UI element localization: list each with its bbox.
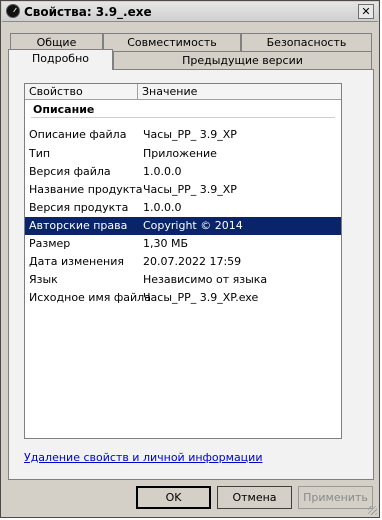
list-item[interactable]: Версия файла 1.0.0.0	[25, 163, 341, 181]
tab-compatibility[interactable]: Совместимость	[103, 33, 241, 51]
cancel-button[interactable]: Отмена	[217, 486, 292, 509]
list-item-selected[interactable]: Авторские права Copyright © 2014	[25, 217, 341, 235]
list-item[interactable]: Дата изменения 20.07.2022 17:59	[25, 253, 341, 271]
list-item[interactable]: Описание файла Часы_PP_ 3.9_XP	[25, 126, 341, 144]
property-name: Дата изменения	[29, 255, 124, 268]
column-value[interactable]: Значение	[138, 84, 341, 99]
apply-button[interactable]: Применить	[298, 486, 373, 509]
title-bar[interactable]: Свойства: 3.9_.exe ✕	[2, 2, 378, 22]
property-value: Часы_PP_ 3.9_XP	[143, 128, 237, 141]
property-value: 20.07.2022 17:59	[143, 255, 242, 268]
property-value: Часы_PP_ 3.9_XP	[143, 183, 237, 196]
column-property[interactable]: Свойство	[25, 84, 138, 99]
tab-previous-versions[interactable]: Предыдущие версии	[113, 51, 372, 69]
property-name: Название продукта	[29, 183, 143, 196]
property-value: 1.0.0.0	[143, 201, 182, 214]
close-button[interactable]: ✕	[358, 4, 374, 19]
property-value: 1,30 МБ	[143, 237, 189, 250]
property-name: Описание файла	[29, 128, 127, 141]
resize-grip[interactable]	[368, 506, 377, 515]
property-name: Авторские права	[29, 219, 128, 232]
group-description-label: Описание	[33, 103, 95, 116]
properties-dialog: Свойства: 3.9_.exe ✕ Общие Совместимость…	[0, 0, 380, 518]
group-divider	[31, 117, 335, 118]
list-item[interactable]: Размер 1,30 МБ	[25, 235, 341, 253]
list-item[interactable]: Версия продукта 1.0.0.0	[25, 199, 341, 217]
property-name: Версия продукта	[29, 201, 129, 214]
property-name: Версия файла	[29, 165, 111, 178]
list-item[interactable]: Тип Приложение	[25, 145, 341, 163]
property-value: Независимо от языка	[143, 273, 268, 286]
list-item[interactable]: Язык Независимо от языка	[25, 271, 341, 289]
property-name: Исходное имя файла	[29, 291, 151, 304]
window-title: Свойства: 3.9_.exe	[24, 5, 152, 19]
list-item[interactable]: Исходное имя файла Часы_PP_ 3.9_XP.exe	[25, 289, 341, 307]
remove-properties-link[interactable]: Удаление свойств и личной информации	[24, 451, 262, 464]
property-value: Copyright © 2014	[143, 219, 243, 232]
ok-button[interactable]: OK	[136, 486, 211, 509]
property-value: Часы_PP_ 3.9_XP.exe	[143, 291, 259, 304]
tab-details[interactable]: Подробно	[8, 49, 113, 70]
list-item[interactable]: Название продукта Часы_PP_ 3.9_XP	[25, 181, 341, 199]
clock-app-icon	[6, 4, 20, 18]
property-name: Размер	[29, 237, 71, 250]
properties-list[interactable]: Свойство Значение Описание Описание файл…	[24, 83, 342, 439]
property-value: Приложение	[143, 147, 217, 160]
property-name: Тип	[29, 147, 51, 160]
property-name: Язык	[29, 273, 58, 286]
tab-security[interactable]: Безопасность	[241, 33, 372, 51]
property-value: 1.0.0.0	[143, 165, 182, 178]
list-header: Свойство Значение	[25, 84, 341, 100]
